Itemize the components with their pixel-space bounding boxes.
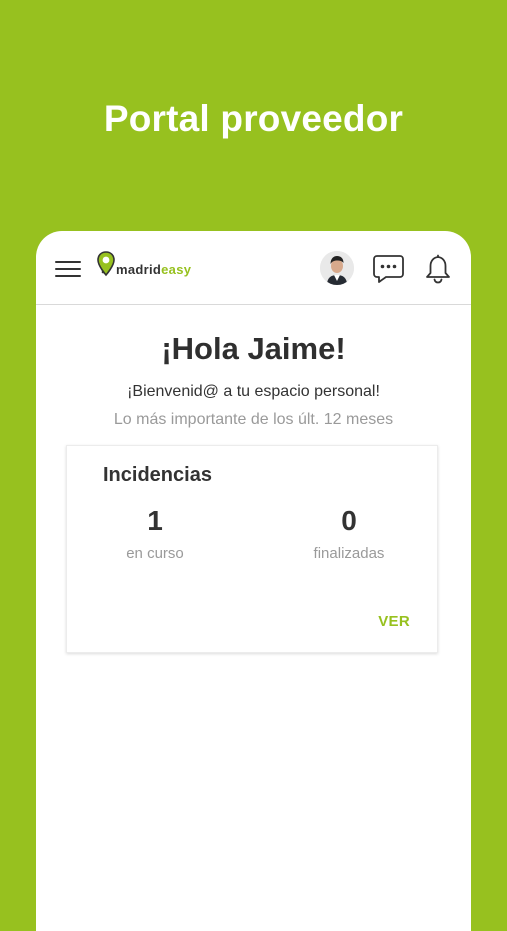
hamburger-menu-icon[interactable]: [55, 259, 82, 278]
incidents-card: Incidencias 1 en curso 0 finalizadas VER: [66, 445, 438, 653]
madrideasy-logo: madrideasy: [96, 251, 200, 285]
bell-icon[interactable]: [425, 253, 451, 284]
greeting-heading: ¡Hola Jaime!: [161, 331, 346, 366]
stat-in-progress: 1 en curso: [95, 504, 215, 562]
app-screen: madrideasy ¡Hola Jaime! ¡Bienvenid@ a tu…: [36, 231, 471, 931]
view-incidents-link[interactable]: VER: [378, 613, 410, 630]
stat-label: finalizadas: [313, 545, 385, 562]
stat-value: 0: [341, 505, 357, 536]
location-pin-icon: [97, 251, 115, 277]
avatar-image: [320, 251, 354, 285]
logo-wordmark: madrideasy: [116, 262, 192, 277]
period-note: Lo más importante de los últ. 12 meses: [113, 411, 394, 428]
stat-finished: 0 finalizadas: [289, 504, 409, 562]
chat-bubble-icon[interactable]: [373, 254, 404, 284]
stat-label: en curso: [126, 545, 184, 562]
portal-title: Portal proveedor: [103, 98, 404, 139]
app-header: madrideasy: [36, 231, 471, 305]
incidents-card-title: Incidencias: [103, 464, 212, 486]
welcome-message: ¡Bienvenid@ a tu espacio personal!: [127, 383, 380, 400]
stat-value: 1: [147, 505, 163, 536]
user-avatar[interactable]: [320, 251, 354, 285]
